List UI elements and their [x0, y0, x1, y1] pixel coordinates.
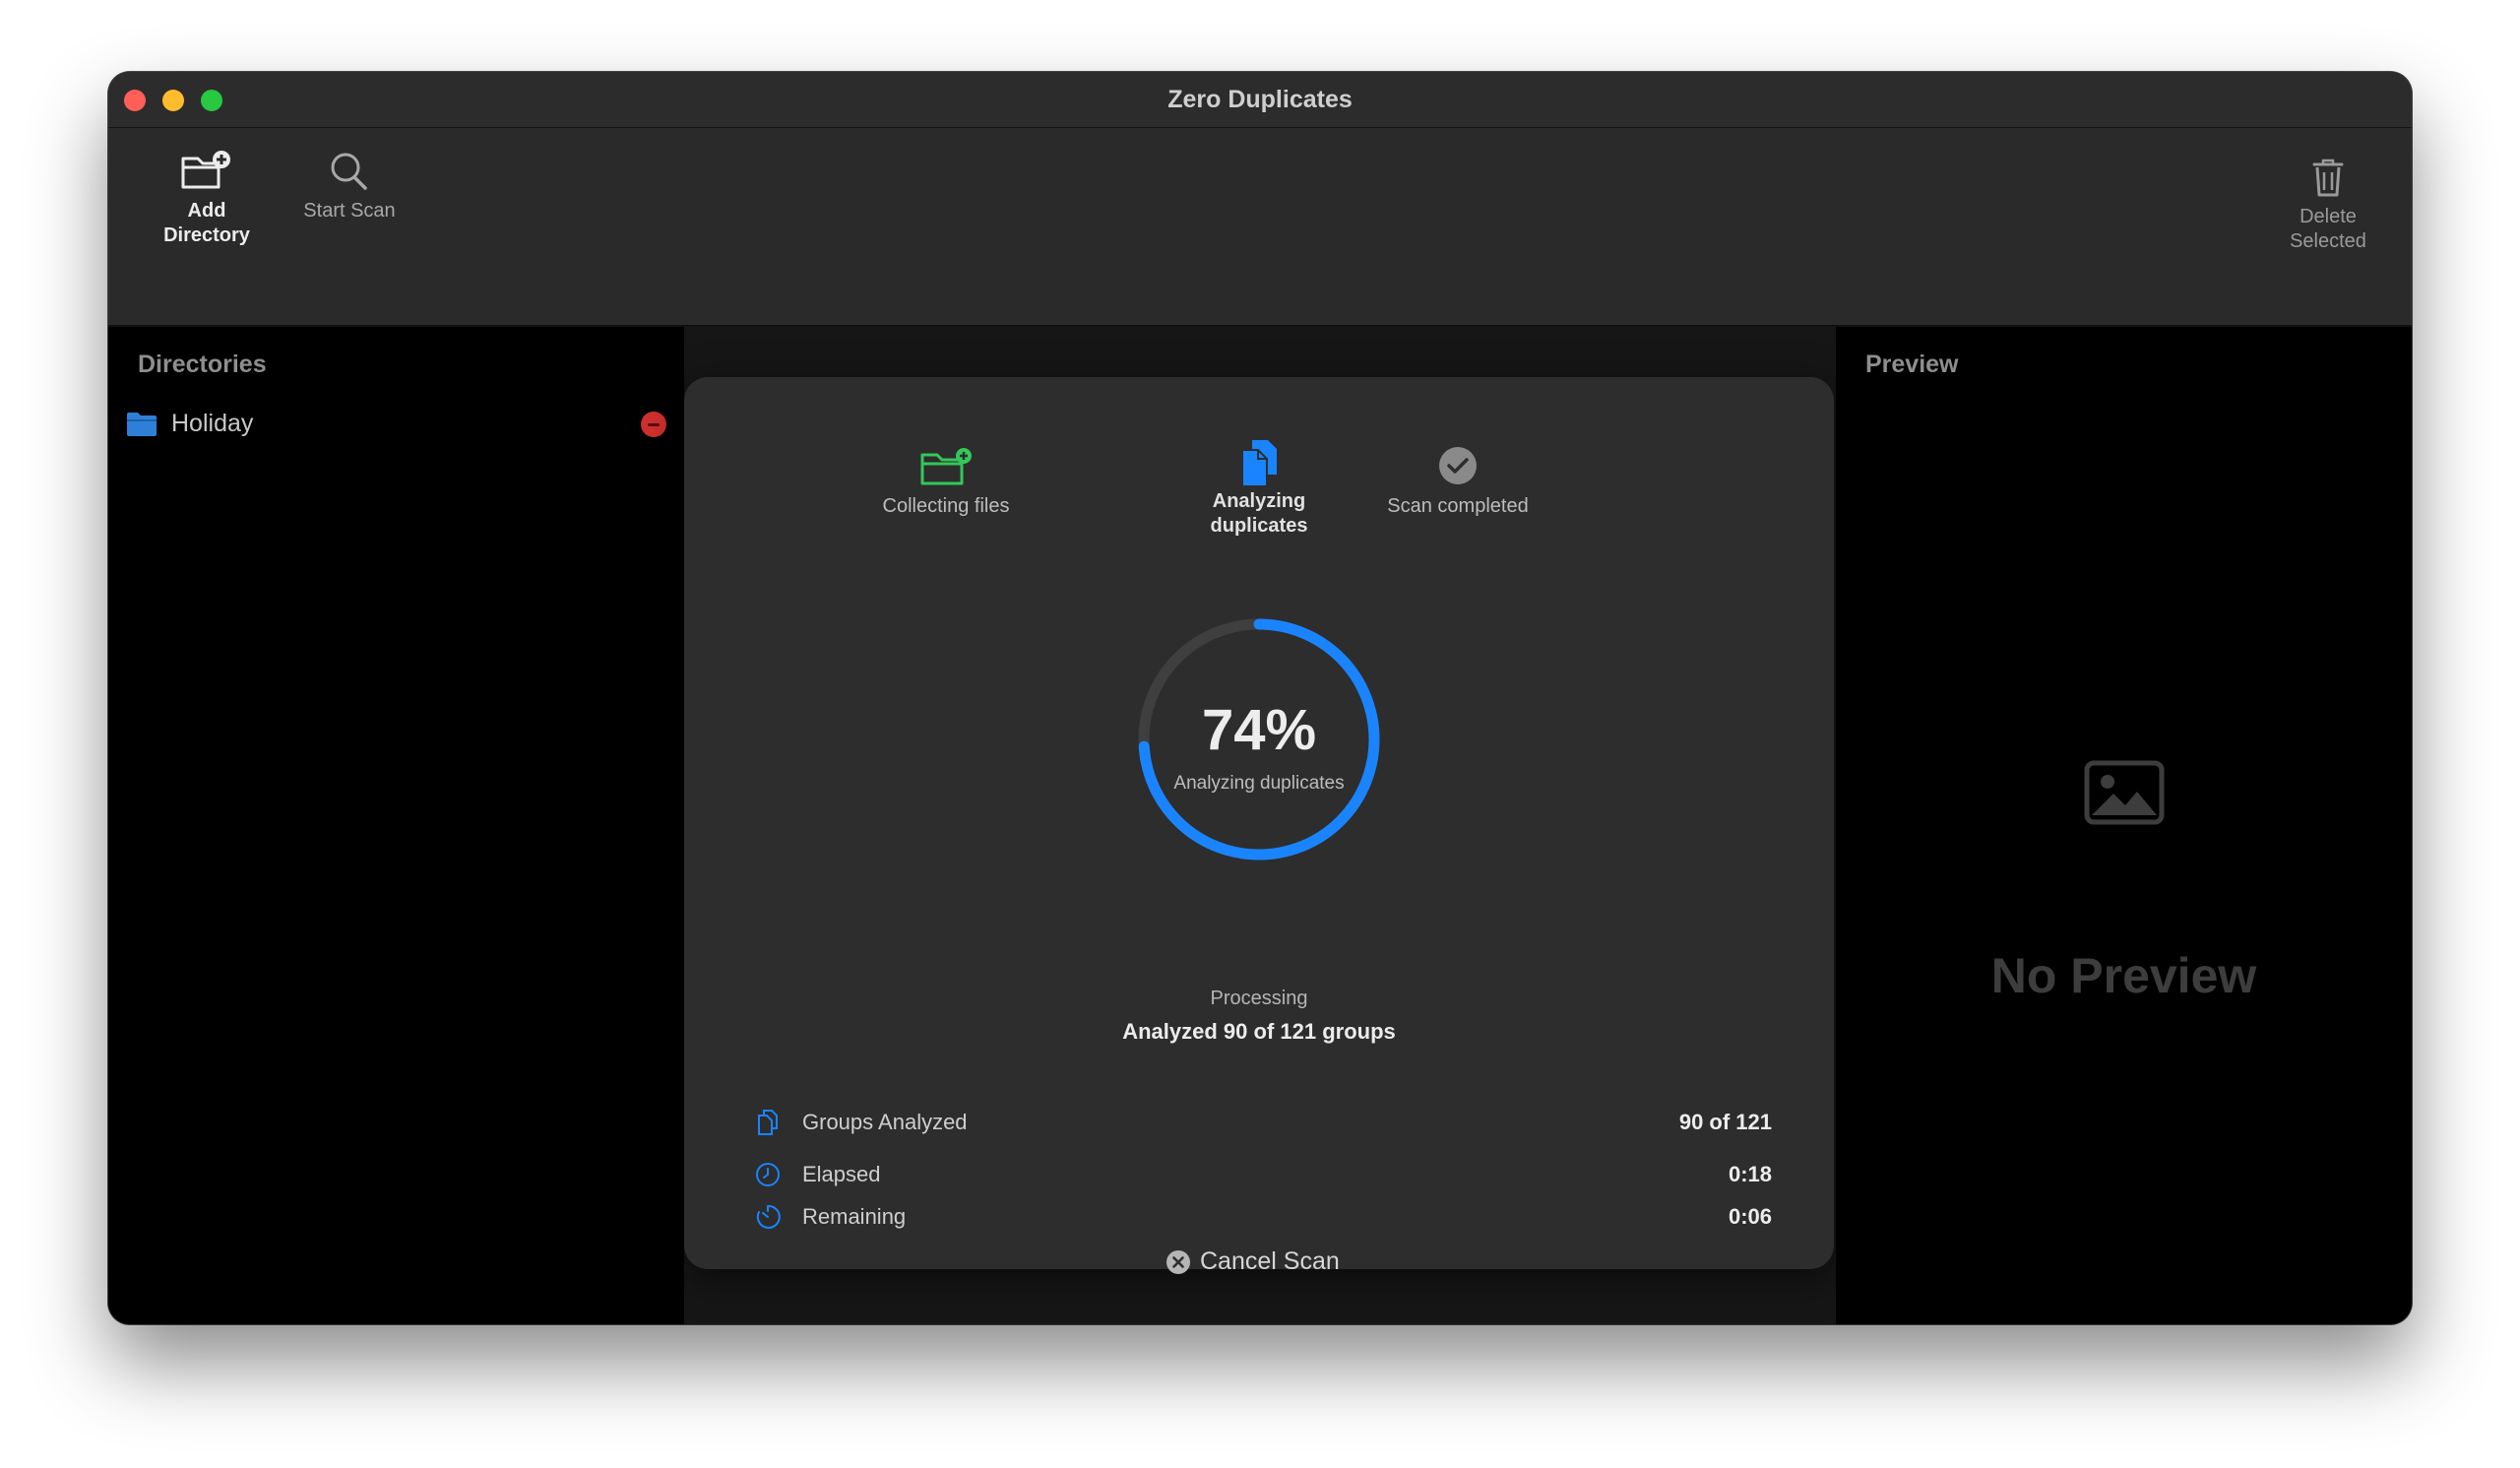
stat-elapsed: Elapsed 0:18	[753, 1158, 1772, 1191]
delete-selected-label: Delete Selected	[2290, 206, 2366, 252]
remove-directory-button[interactable]	[641, 412, 666, 437]
directories-header: Directories	[138, 351, 267, 378]
documents-icon	[758, 1110, 778, 1135]
clock-icon	[756, 1163, 780, 1186]
app-window: Zero Duplicates Add Directory Start Scan	[108, 72, 2412, 1324]
step-label: Scan completed	[1387, 495, 1529, 517]
scan-progress-sheet: Collecting files Analyzing duplicates Sc…	[684, 377, 1834, 1275]
magnifying-glass-icon	[331, 153, 367, 190]
start-scan-label: Start Scan	[303, 200, 396, 222]
trash-icon	[2312, 159, 2344, 197]
checkmark-circle-icon	[1439, 447, 1477, 484]
stat-value: 0:06	[1728, 1204, 1772, 1229]
folder-add-icon	[181, 151, 230, 189]
stat-groups-analyzed: Groups Analyzed 90 of 121	[753, 1106, 1772, 1139]
cancel-scan-label: Cancel Scan	[1200, 1247, 1340, 1275]
directory-item-holiday[interactable]: Holiday	[126, 406, 672, 445]
cancel-scan-button[interactable]: Cancel Scan	[1157, 1242, 1373, 1281]
stat-label: Elapsed	[802, 1162, 881, 1186]
window-title: Zero Duplicates	[1167, 86, 1353, 113]
stat-value: 90 of 121	[1678, 1110, 1772, 1134]
no-preview-text: No Preview	[1990, 948, 2257, 1003]
step-scan-completed: Scan completed	[1359, 441, 1556, 519]
directories-sidebar: Directories Holiday	[108, 327, 684, 1324]
photo-icon	[2084, 760, 2165, 825]
folder-icon	[127, 413, 157, 436]
folder-badge-plus-icon	[920, 448, 972, 485]
preview-header: Preview	[1865, 351, 1959, 378]
status-title: Processing	[1210, 988, 1308, 1009]
step-analyzing-duplicates: Analyzing duplicates	[1161, 438, 1357, 539]
title-bar[interactable]: Zero Duplicates	[108, 72, 2412, 128]
stat-label: Remaining	[802, 1204, 907, 1229]
status-detail: Analyzed 90 of 121 groups	[1122, 1019, 1396, 1044]
add-directory-button[interactable]: Add Directory	[143, 150, 271, 248]
step-label: Collecting files	[882, 495, 1010, 517]
step-label: Analyzing duplicates	[1210, 490, 1308, 537]
toolbar: Add Directory Start Scan Delete Selected	[108, 128, 2412, 327]
progress-percent: 74%	[1201, 698, 1317, 762]
documents-icon	[1241, 440, 1277, 487]
progress-ring-label: Analyzing duplicates	[1173, 773, 1345, 794]
start-scan-button[interactable]: Start Scan	[285, 150, 413, 223]
timer-icon	[756, 1204, 781, 1229]
step-collecting-files: Collecting files	[848, 441, 1044, 519]
directory-label: Holiday	[171, 410, 254, 437]
stat-label: Groups Analyzed	[802, 1110, 968, 1134]
stat-value: 0:18	[1728, 1162, 1772, 1186]
stat-remaining: Remaining 0:06	[753, 1200, 1772, 1234]
delete-selected-button[interactable]: Delete Selected	[2264, 156, 2392, 254]
preview-pane: Preview No Preview	[1836, 327, 2412, 1324]
close-circle-icon	[1166, 1250, 1190, 1274]
add-directory-label: Add Directory	[163, 200, 250, 246]
